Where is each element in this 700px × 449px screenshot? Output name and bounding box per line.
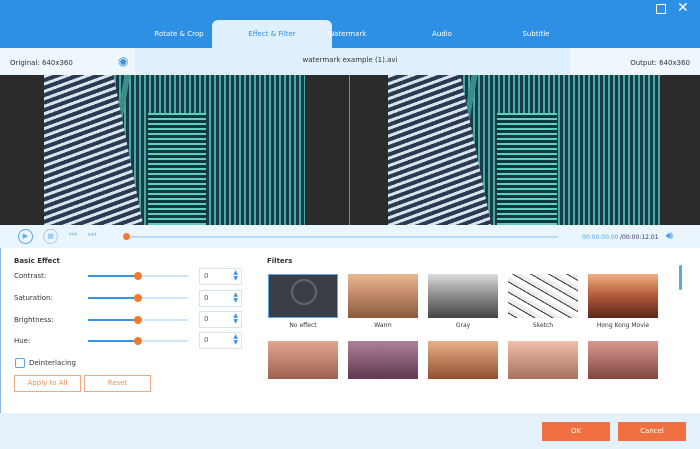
saturation-input[interactable]: 0 ▲ ▼ <box>199 290 242 307</box>
filter-hong-kong-movie[interactable] <box>588 274 658 318</box>
file-name: watermark example (1).avi <box>302 56 398 64</box>
previous-frame-icon[interactable]: ⏮ <box>69 230 77 240</box>
filter-sketch[interactable] <box>508 274 578 318</box>
hue-label: Hue: <box>14 337 31 345</box>
info-bar: Original: 640x360 ◉ watermark example (1… <box>0 48 700 75</box>
filter-thumbnail[interactable] <box>428 341 498 379</box>
close-button[interactable]: ✕ <box>677 0 689 16</box>
filter-thumbnail[interactable] <box>508 341 578 379</box>
filters-title: Filters <box>267 257 293 265</box>
ok-button[interactable]: OK <box>542 422 610 441</box>
original-video-frame <box>44 75 305 225</box>
brightness-input[interactable]: 0 ▲ ▼ <box>199 311 242 328</box>
hue-slider[interactable] <box>88 337 188 345</box>
player-controls: ▶ ■ ⏮ ⏭ 00:00:00.00 /00:00:12.01 🔊︎ <box>0 225 700 248</box>
stop-button[interactable]: ■ <box>43 229 58 244</box>
hue-input[interactable]: 0 ▲ ▼ <box>199 332 242 349</box>
contrast-slider[interactable] <box>88 272 188 280</box>
volume-icon[interactable]: 🔊︎ <box>666 229 673 243</box>
brightness-slider[interactable] <box>88 316 188 324</box>
filter-label: Sketch <box>532 322 554 329</box>
saturation-label: Saturation: <box>14 294 53 302</box>
filter-thumbnail[interactable] <box>268 341 338 379</box>
basic-effect-title: Basic Effect <box>14 257 60 265</box>
output-resolution: Output: 640x360 <box>630 59 690 67</box>
filter-thumbnail[interactable] <box>588 341 658 379</box>
apply-to-all-button[interactable]: Apply to All <box>14 375 81 392</box>
contrast-input[interactable]: 0 ▲ ▼ <box>199 268 242 285</box>
filters-scrollbar[interactable] <box>679 265 682 290</box>
cancel-button[interactable]: Cancel <box>618 422 686 441</box>
reset-button[interactable]: Reset <box>84 375 151 392</box>
output-video-frame <box>388 75 660 225</box>
deinterlacing-label: Deinterlacing <box>29 359 76 367</box>
filter-no-effect[interactable] <box>268 274 338 318</box>
tab-subtitle[interactable]: Subtitle <box>476 20 596 48</box>
filter-gray[interactable] <box>428 274 498 318</box>
current-time: 00:00:00.00 <box>582 234 619 241</box>
saturation-slider[interactable] <box>88 294 188 302</box>
filter-warm[interactable] <box>348 274 418 318</box>
title-bar: ✕ Rotate & Crop Effect & Filter Watermar… <box>0 0 700 48</box>
filter-label: No effect <box>289 322 317 329</box>
contrast-label: Contrast: <box>14 272 47 280</box>
progress-track[interactable] <box>126 236 558 238</box>
filter-label: Warm <box>374 322 392 329</box>
video-preview <box>0 75 700 225</box>
filter-label: Hong Kong Movie <box>596 322 650 329</box>
filter-thumbnail[interactable] <box>348 341 418 379</box>
next-frame-icon[interactable]: ⏭ <box>88 230 96 240</box>
filter-label: Gray <box>455 322 471 329</box>
maximize-button[interactable] <box>656 4 666 14</box>
play-button[interactable]: ▶ <box>18 229 33 244</box>
progress-handle[interactable] <box>123 233 130 240</box>
no-effect-icon <box>291 279 317 305</box>
total-time: /00:00:12.01 <box>620 234 659 241</box>
deinterlacing-checkbox[interactable] <box>15 358 25 368</box>
brightness-label: Brightness: <box>14 316 54 324</box>
divider <box>349 75 350 225</box>
